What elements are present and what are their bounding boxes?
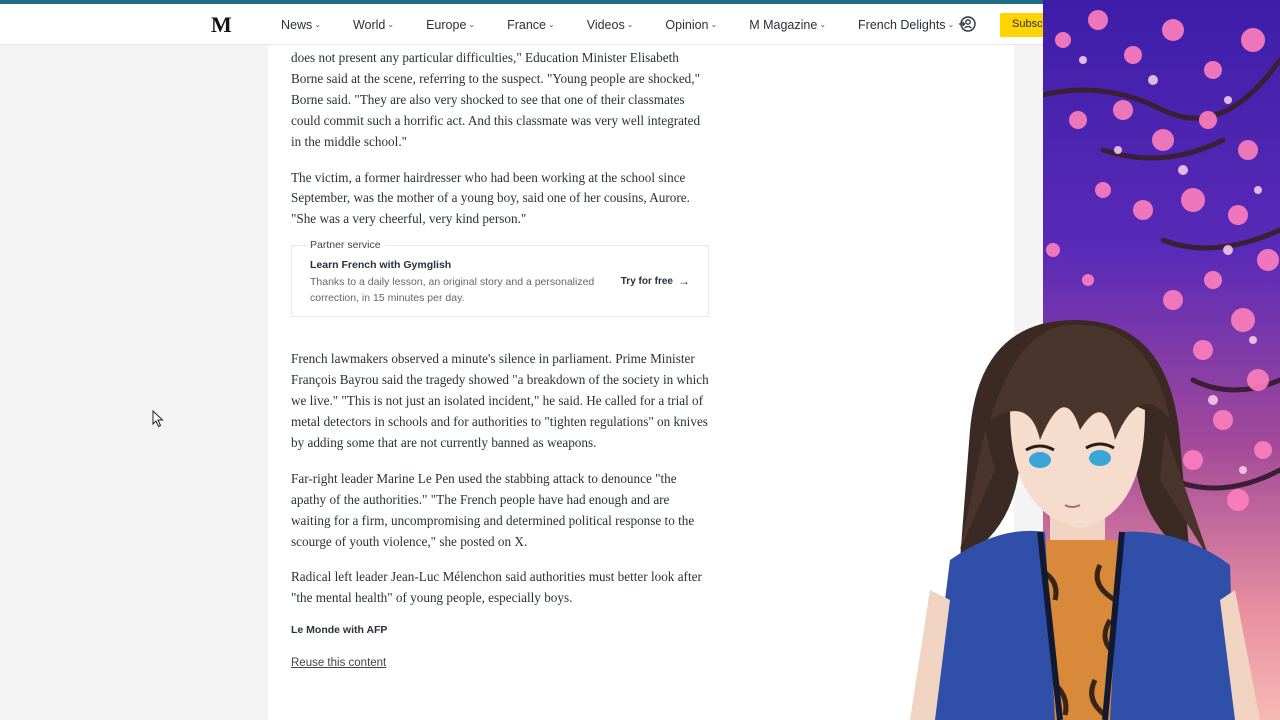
chevron-down-icon: ⌄ [387,20,395,29]
nav-item-world[interactable]: World ⌄ [353,18,394,32]
vtuber-avatar [910,320,1260,720]
nav-item-opinion[interactable]: Opinion ⌄ [665,18,717,32]
partner-service-tag: Partner service [306,239,385,252]
chevron-down-icon: ⌄ [626,20,634,29]
chevron-down-icon: ⌄ [710,20,718,29]
partner-service-box[interactable]: Partner service Learn French with Gymgli… [291,239,709,318]
arrow-right-icon: → [678,274,690,289]
article-paragraph: French lawmakers observed a minute's sil… [291,351,709,450]
article-content: does not present any particular difficul… [291,45,709,671]
cta-label: Try for free [620,275,673,287]
article-credit: Le Monde with AFP [291,624,388,637]
try-for-free-link[interactable]: Try for free → [621,274,690,288]
nav-item-videos[interactable]: Videos ⌄ [587,18,634,32]
nav-item-label: French Delights [858,17,946,32]
mouse-cursor-icon [152,410,164,428]
nav-item-label: Europe [426,17,467,32]
article-paragraph: Radical left leader Jean-Luc Mélenchon s… [291,569,702,606]
reuse-content-link[interactable]: Reuse this content [291,657,386,669]
main-nav: News ⌄ World ⌄ Europe ⌄ France ⌄ Videos ⌄ Opi… [281,4,986,45]
nav-item-news[interactable]: News ⌄ [281,18,321,32]
nav-item-m-magazine[interactable]: M Magazine ⌄ [749,18,826,32]
partner-description: Thanks to a daily lesson, an original st… [310,276,595,304]
partner-title: Learn French with Gymglish [310,259,452,272]
nav-item-label: France [507,17,547,32]
article-paragraph: does not present any particular difficul… [291,50,701,149]
nav-item-label: World [352,17,386,32]
chevron-down-icon: ⌄ [947,20,955,29]
site-header: M News ⌄ World ⌄ Europe ⌄ France ⌄ Videos ⌄ O… [0,4,1043,45]
login-icon[interactable] [958,15,976,33]
subscribe-button[interactable]: Subscribe [1000,13,1043,37]
article-paragraph: Far-right leader Marine Le Pen used the … [291,470,695,549]
nav-item-europe[interactable]: Europe ⌄ [426,18,475,32]
chevron-down-icon: ⌄ [314,20,321,29]
article-paragraph: The victim, a former hairdresser who had… [291,169,690,227]
nav-item-label: Videos [586,17,625,32]
browser-page: M News ⌄ World ⌄ Europe ⌄ France ⌄ Videos ⌄ O… [0,0,1043,720]
chevron-down-icon: ⌄ [548,20,555,29]
nav-item-label: News [281,17,313,32]
chevron-down-icon: ⌄ [468,20,476,29]
chevron-down-icon: ⌄ [819,20,827,29]
nav-item-france[interactable]: France ⌄ [507,18,555,32]
le-monde-logo[interactable]: M [211,12,232,38]
nav-item-label: Opinion [665,17,709,32]
nav-item-label: M Magazine [749,17,818,32]
nav-item-french-delights[interactable]: French Delights ⌄ [858,18,954,32]
